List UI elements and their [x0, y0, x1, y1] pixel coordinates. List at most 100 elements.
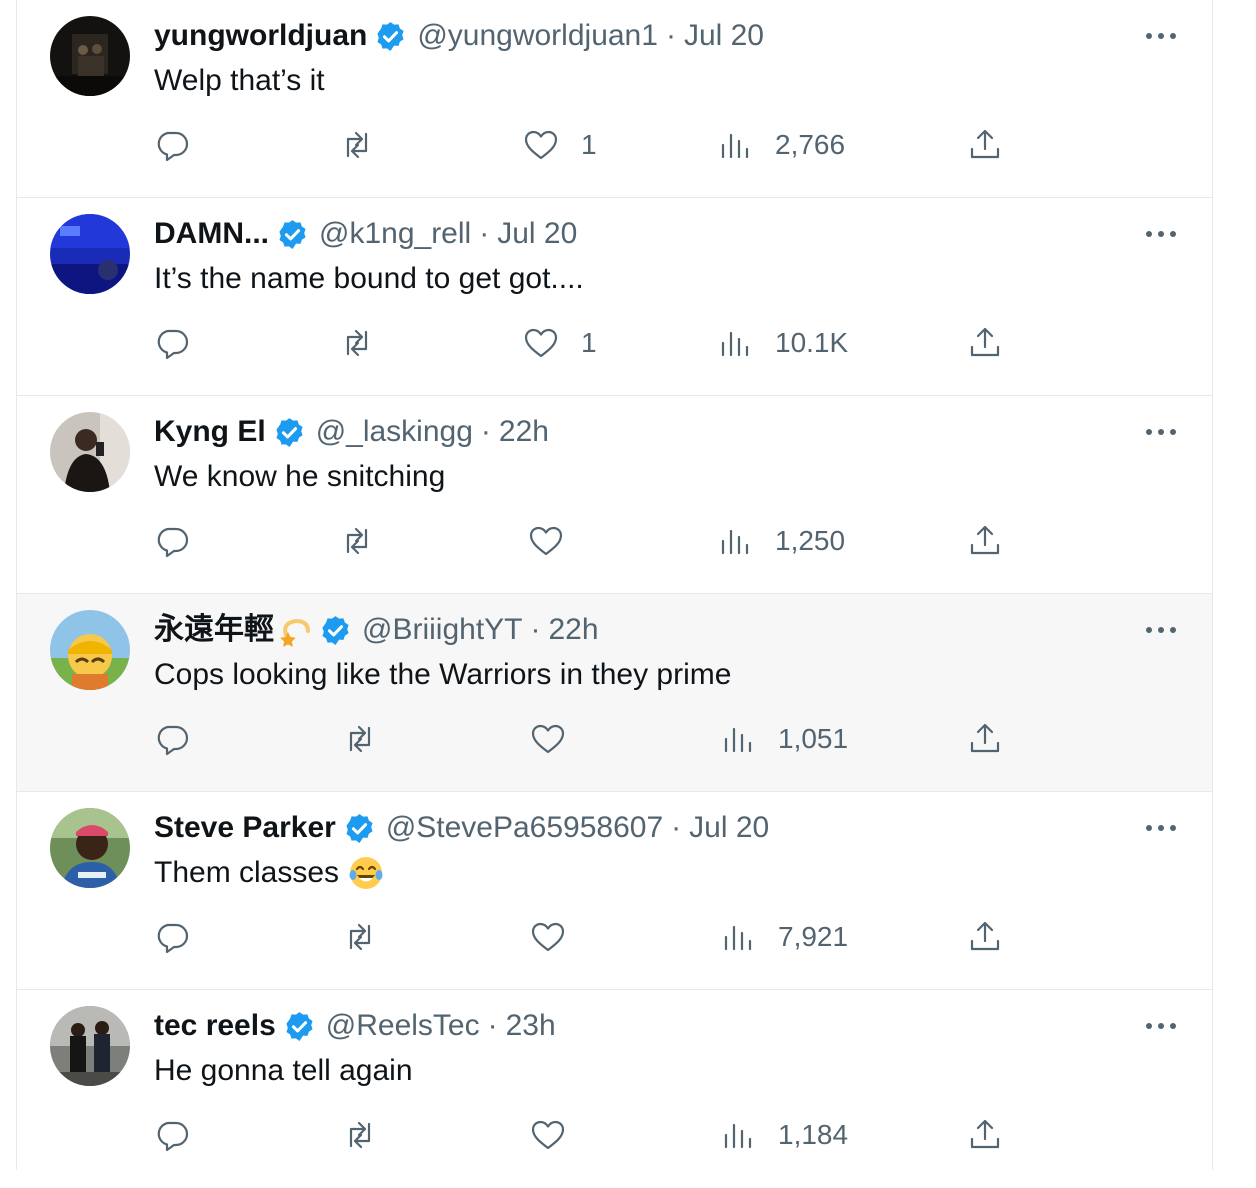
reply-icon [157, 1121, 189, 1152]
retweet-button[interactable] [339, 125, 375, 165]
retweet-button[interactable] [339, 521, 375, 561]
avatar[interactable] [50, 610, 130, 690]
user-handle[interactable]: @yungworldjuan1 [417, 16, 658, 56]
tweet-header: Kyng El @_laskingg · 22h [154, 412, 549, 452]
views-chart-icon [724, 925, 752, 951]
view-count: 1,184 [778, 1119, 849, 1150]
timestamp[interactable]: 23h [506, 1006, 556, 1046]
views-button[interactable]: 1,250 [717, 521, 845, 561]
more-options-icon[interactable] [1146, 420, 1176, 444]
like-button[interactable]: 1 [523, 125, 597, 165]
reply-icon [157, 725, 189, 756]
timestamp[interactable]: Jul 20 [684, 16, 764, 56]
tweet[interactable]: yungworldjuan @yungworldjuan1 · Jul 20 W… [17, 0, 1212, 198]
share-button[interactable] [967, 719, 1003, 759]
timestamp[interactable]: 22h [549, 610, 599, 650]
tweet[interactable]: tec reels @ReelsTec · 23h He gonna tell … [17, 990, 1212, 1188]
user-handle[interactable]: @k1ng_rell [319, 214, 471, 254]
share-button[interactable] [967, 125, 1003, 165]
view-count: 7,921 [778, 921, 849, 952]
views-button[interactable]: 7,921 [720, 917, 848, 957]
share-icon [970, 921, 1000, 951]
tweet-text: Cops looking like the Warriors in they p… [154, 655, 731, 695]
tweet[interactable]: Kyng El @_laskingg · 22h We know he snit… [17, 396, 1212, 594]
retweet-button[interactable] [339, 323, 375, 363]
share-button[interactable] [967, 917, 1003, 957]
tweet[interactable]: 永遠年輕 @BriiightYT · 22h Cops looking like… [17, 594, 1212, 792]
display-name[interactable]: DAMN... [154, 214, 269, 254]
more-options-icon[interactable] [1146, 222, 1176, 246]
reply-button[interactable] [154, 323, 190, 363]
reply-button[interactable] [154, 125, 190, 165]
user-handle[interactable]: @BriiightYT [362, 610, 523, 650]
display-name[interactable]: yungworldjuan [154, 16, 367, 56]
tweet[interactable]: Steve Parker @StevePa65958607 · Jul 20 T… [17, 792, 1212, 990]
action-bar: 7,921 [17, 917, 1212, 957]
more-options-icon[interactable] [1146, 1014, 1176, 1038]
separator-dot: · [480, 415, 491, 448]
tweet-text-content: It’s the name bound to get got.... [154, 262, 584, 295]
tweet[interactable]: DAMN... @k1ng_rell · Jul 20 It’s the nam… [17, 198, 1212, 396]
retweet-icon [349, 1121, 371, 1149]
retweet-button[interactable] [342, 1115, 378, 1155]
more-options-icon[interactable] [1146, 816, 1176, 840]
views-chart-icon [721, 529, 749, 555]
user-handle[interactable]: @ReelsTec [326, 1006, 480, 1046]
views-button[interactable]: 1,184 [720, 1115, 848, 1155]
view-count: 10.1K [775, 327, 849, 358]
views-button[interactable]: 1,051 [720, 719, 848, 759]
like-button[interactable] [528, 521, 564, 561]
display-name[interactable]: 永遠年輕 [154, 610, 274, 650]
avatar[interactable] [50, 412, 130, 492]
more-options-icon[interactable] [1146, 618, 1176, 642]
avatar[interactable] [50, 808, 130, 888]
share-button[interactable] [967, 1115, 1003, 1155]
reply-button[interactable] [154, 1115, 190, 1155]
avatar[interactable] [50, 1006, 130, 1086]
user-handle[interactable]: @_laskingg [316, 412, 473, 452]
action-bar: 1,051 [17, 719, 1212, 759]
share-button[interactable] [967, 323, 1003, 363]
tweet-text-content: Them classes [154, 856, 340, 889]
display-name[interactable]: tec reels [154, 1006, 276, 1046]
user-handle[interactable]: @StevePa65958607 [386, 808, 663, 848]
display-name[interactable]: Kyng El [154, 412, 266, 452]
share-icon [970, 129, 1000, 159]
separator-dot: · [479, 217, 490, 250]
share-button[interactable] [967, 521, 1003, 561]
reply-button[interactable] [154, 917, 190, 957]
reply-button[interactable] [154, 719, 190, 759]
separator-dot: · [665, 19, 676, 52]
tweet-text-content: He gonna tell again [154, 1054, 413, 1087]
separator-dot: · [487, 1009, 498, 1042]
avatar[interactable] [50, 16, 130, 96]
reply-icon [157, 329, 189, 360]
share-icon [970, 327, 1000, 357]
tweet-text: We know he snitching [154, 457, 445, 497]
timestamp[interactable]: Jul 20 [689, 808, 769, 848]
like-button[interactable] [530, 719, 566, 759]
retweet-button[interactable] [342, 719, 378, 759]
retweet-button[interactable] [342, 917, 378, 957]
views-button[interactable]: 10.1K [717, 323, 848, 363]
tweet-header: 永遠年輕 @BriiightYT · 22h [154, 610, 599, 650]
action-bar: 1 10.1K [17, 323, 1212, 363]
tweet-header: DAMN... @k1ng_rell · Jul 20 [154, 214, 577, 254]
verified-badge-icon [377, 21, 404, 51]
views-chart-icon [721, 133, 749, 159]
avatar[interactable] [50, 214, 130, 294]
like-count: 1 [581, 327, 597, 358]
timestamp[interactable]: 22h [499, 412, 549, 452]
like-button[interactable] [530, 1115, 566, 1155]
like-button[interactable] [530, 917, 566, 957]
share-icon [970, 1119, 1000, 1149]
tweet-header: Steve Parker @StevePa65958607 · Jul 20 [154, 808, 769, 848]
views-button[interactable]: 2,766 [717, 125, 845, 165]
timestamp[interactable]: Jul 20 [497, 214, 577, 254]
more-options-icon[interactable] [1146, 24, 1176, 48]
reply-button[interactable] [154, 521, 190, 561]
like-button[interactable]: 1 [523, 323, 597, 363]
share-icon [970, 525, 1000, 555]
display-name[interactable]: Steve Parker [154, 808, 336, 848]
heart-icon [529, 526, 563, 556]
